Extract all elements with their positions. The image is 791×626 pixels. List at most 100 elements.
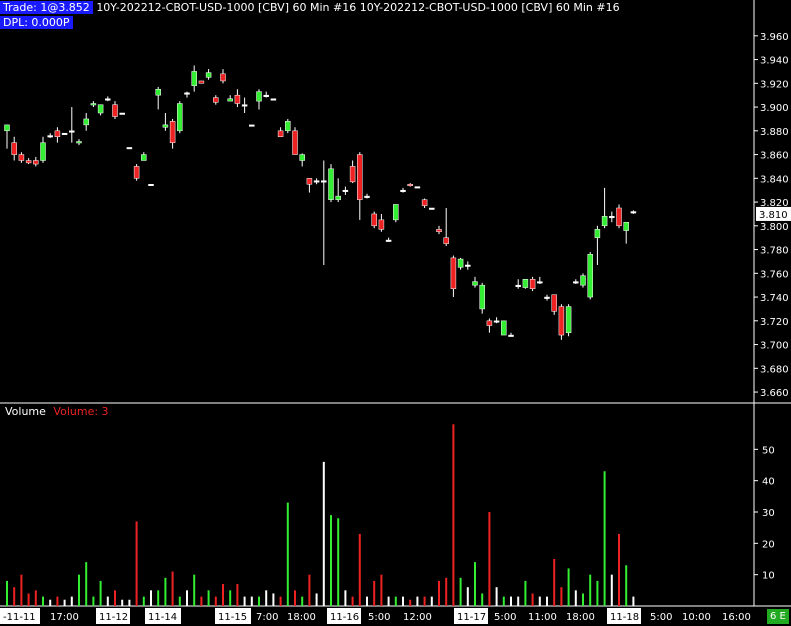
candle-body [126, 147, 133, 150]
volume-tick-label: 20 [762, 539, 775, 550]
time-axis: -11-11 11-12 11-14 11-15 11-16 11-17 11-18 17:0… [0, 608, 751, 624]
candle-body [220, 73, 226, 82]
price-tick-label: 3.740 [760, 293, 789, 304]
dpl-badge[interactable]: DPL: 0.000P [0, 16, 73, 29]
candle-body [18, 154, 25, 161]
candle-body [119, 112, 125, 115]
candle [465, 261, 471, 270]
candle [112, 101, 118, 119]
candle [443, 208, 449, 246]
candle [119, 112, 125, 115]
volume-bar [85, 562, 88, 606]
volume-bar [214, 596, 217, 606]
candle-body [263, 94, 269, 97]
candle [97, 104, 104, 116]
volume-bar [63, 599, 66, 606]
volume-bar [502, 596, 505, 606]
candle-body [400, 189, 406, 192]
volume-bar [574, 590, 577, 606]
candle [33, 156, 39, 167]
volume-bar [553, 559, 556, 606]
price-tick-label: 3.780 [760, 246, 789, 257]
candle [580, 273, 586, 288]
price-tick-label: 3.680 [760, 364, 789, 375]
volume-bar [294, 590, 296, 606]
volume-bar [301, 596, 304, 606]
candle-body [465, 264, 471, 267]
trade-badge[interactable]: Trade: 1@3.852 [0, 1, 93, 14]
candle [558, 304, 565, 340]
candle-body [335, 195, 341, 200]
candle-body [133, 166, 140, 179]
volume-bar [34, 590, 37, 606]
candle [141, 152, 147, 161]
candle-body [184, 92, 190, 95]
volume-bar [243, 596, 246, 606]
candle-body [522, 279, 529, 288]
candle-body [393, 204, 399, 221]
candle-body [537, 281, 543, 284]
candle [565, 304, 572, 337]
candle-body [241, 104, 248, 107]
candle [335, 178, 341, 203]
time-label: 5:00 [494, 612, 516, 623]
candle-body [385, 239, 392, 242]
candle [285, 118, 291, 134]
candle [40, 136, 46, 163]
candle-body [54, 130, 61, 137]
candle-body [364, 195, 370, 198]
price-tick-label: 3.660 [760, 388, 789, 399]
volume-bar [157, 590, 160, 606]
candle [508, 332, 514, 337]
candle [436, 225, 442, 235]
volume-bar [121, 599, 124, 606]
candle-body [601, 216, 608, 227]
candle [623, 222, 629, 244]
volume-panel [0, 424, 791, 607]
candle-body [529, 279, 536, 289]
volume-bar [589, 574, 592, 606]
candle [148, 184, 154, 186]
candle-body [162, 124, 169, 128]
volume-bar [265, 590, 268, 606]
candle [18, 152, 25, 163]
volume-bar [495, 587, 498, 606]
volume-bar [380, 574, 383, 606]
volume-bar [337, 518, 340, 606]
time-label: 18:00 [287, 612, 316, 623]
candle-body [587, 254, 593, 298]
volume-bar [272, 593, 275, 606]
volume-bar [416, 596, 419, 606]
candle [299, 153, 305, 167]
candle-body [544, 296, 550, 299]
volume-bar [258, 596, 260, 606]
volume-bar [330, 515, 332, 606]
volume-bar [142, 596, 145, 606]
candle [241, 97, 248, 113]
volume-bar [366, 596, 368, 606]
volume-tick-label: 30 [762, 508, 775, 519]
candle [450, 255, 457, 298]
candle-body [83, 118, 89, 126]
volume-bar [488, 512, 491, 606]
candle-body [429, 207, 435, 210]
candle [263, 91, 269, 98]
candle-body [292, 130, 298, 155]
corner-badge[interactable]: 6 E [767, 609, 789, 624]
candle-body [227, 98, 233, 102]
candle [169, 118, 176, 149]
volume-value-label: Volume: 3 [53, 405, 109, 418]
candle-body [472, 281, 478, 286]
date-label: -11-11 [3, 612, 36, 623]
price-volume-chart[interactable]: 3.9603.9403.9203.9003.8803.8603.8403.820… [0, 0, 791, 626]
candle-body [371, 213, 377, 227]
volume-bar [207, 590, 210, 606]
candle-body [630, 211, 637, 214]
candle-body [623, 222, 629, 231]
candle [69, 107, 75, 143]
candle-body [558, 306, 565, 336]
volume-bar [625, 565, 628, 606]
price-tick-label: 3.800 [760, 222, 789, 233]
candle-body [299, 154, 305, 161]
volume-tick-label: 10 [762, 571, 775, 582]
